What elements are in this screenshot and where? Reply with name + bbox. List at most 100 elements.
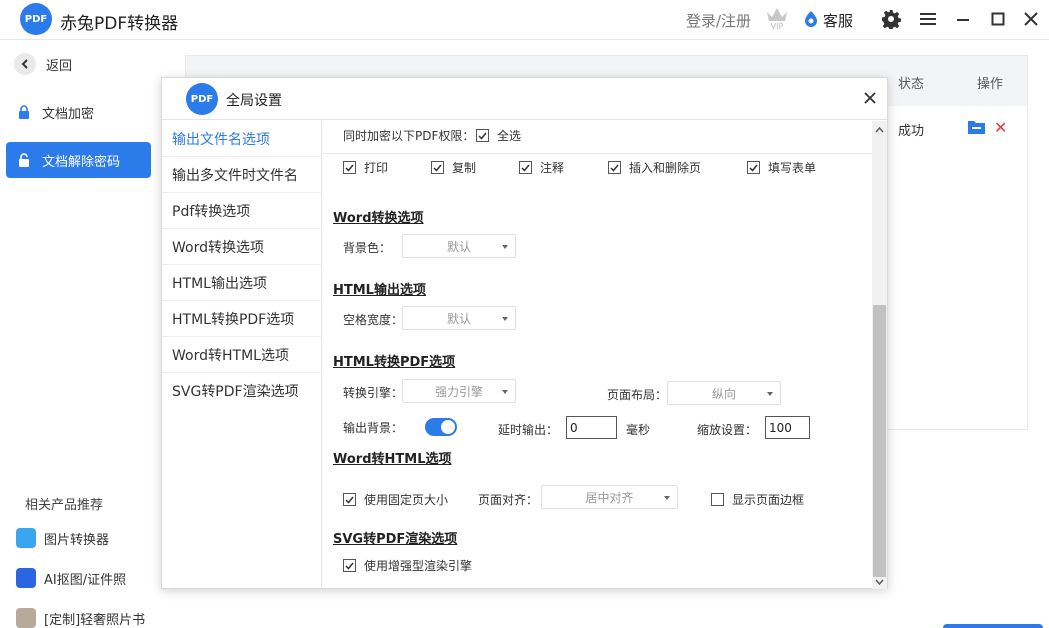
caret-down-icon — [767, 392, 773, 396]
menu-output-filename[interactable]: 输出文件名选项 — [162, 121, 322, 157]
menu-multi-file-name[interactable]: 输出多文件时文件名 — [162, 157, 322, 193]
engine-select[interactable]: 强力引擎 — [402, 379, 516, 403]
checkmark-icon — [519, 161, 532, 174]
space-width-label: 空格宽度： — [343, 313, 404, 327]
dialog-title: 全局设置 — [226, 93, 282, 109]
left-sidebar: 返回 文档加密 文档解除密码 相关产品推荐 图片转换器 AI抠图/证件照 [定制… — [0, 40, 160, 628]
permissions-label: 同时加密以下PDF权限： — [343, 129, 475, 143]
delay-input[interactable]: 0 — [566, 416, 617, 439]
copy-checkbox[interactable]: 复制 — [431, 159, 476, 176]
engine-label: 转换引擎： — [343, 386, 404, 400]
fill-form-checkbox[interactable]: 填写表单 — [747, 159, 816, 176]
back-label: 返回 — [46, 58, 73, 74]
annotate-checkbox[interactable]: 注释 — [519, 159, 564, 176]
output-bg-label: 输出背景： — [343, 421, 404, 435]
action-column-header: 操作 — [977, 77, 1004, 92]
checkmark-icon — [476, 129, 489, 142]
product-label: [定制]轻奢照片书 — [44, 612, 146, 628]
word-section-title: Word转换选项 — [333, 211, 424, 226]
select-value: 居中对齐 — [585, 490, 634, 505]
page-align-select[interactable]: 居中对齐 — [541, 485, 678, 509]
close-window-icon[interactable] — [1020, 9, 1042, 29]
title-bar: PDF 赤兔PDF转换器 登录/注册 VIP 客服 — [0, 0, 1049, 40]
product-ai-cutout[interactable]: AI抠图/证件照 — [16, 567, 126, 589]
show-page-border-checkbox[interactable]: 显示页面边框 — [711, 491, 804, 508]
product-image-converter[interactable]: 图片转换器 — [16, 527, 109, 549]
space-width-select[interactable]: 默认 — [402, 306, 516, 330]
chevron-left-icon — [14, 53, 36, 75]
unchecked-box-icon — [711, 493, 724, 506]
minimize-icon[interactable] — [952, 9, 974, 29]
menu-html-output[interactable]: HTML输出选项 — [162, 265, 322, 301]
delay-label: 延时输出： — [498, 423, 559, 437]
checkmark-icon — [608, 161, 621, 174]
dialog-close-icon[interactable] — [860, 88, 880, 108]
svg-text:VIP: VIP — [771, 22, 784, 30]
checkmark-icon — [343, 493, 356, 506]
caret-down-icon — [502, 390, 508, 394]
checkbox-label: 填写表单 — [768, 161, 817, 175]
menu-svg-to-pdf[interactable]: SVG转PDF渲染选项 — [162, 373, 322, 409]
scroll-down-arrow-icon[interactable] — [872, 575, 887, 589]
vip-crown-icon[interactable]: VIP — [764, 4, 790, 30]
product-label: AI抠图/证件照 — [44, 572, 127, 588]
open-folder-icon[interactable] — [968, 120, 985, 134]
sidebar-item-encrypt[interactable]: 文档加密 — [6, 94, 151, 130]
customer-service-label[interactable]: 客服 — [823, 10, 853, 31]
menu-pdf-convert[interactable]: Pdf转换选项 — [162, 193, 322, 229]
fixed-page-size-checkbox[interactable]: 使用固定页大小 — [343, 491, 448, 508]
row-status: 成功 — [898, 124, 925, 139]
insert-delete-pages-checkbox[interactable]: 插入和删除页 — [608, 159, 701, 176]
sidebar-item-label: 文档加密 — [42, 106, 95, 122]
checkmark-icon — [747, 161, 760, 174]
checkbox-label: 插入和删除页 — [629, 161, 702, 175]
photo-book-icon — [16, 608, 36, 628]
toggle-knob — [441, 420, 455, 434]
checkbox-label: 注释 — [540, 161, 565, 175]
caret-down-icon — [664, 496, 670, 500]
html-to-pdf-section-title: HTML转换PDF选项 — [333, 355, 456, 370]
divider — [323, 153, 872, 154]
print-checkbox[interactable]: 打印 — [343, 159, 388, 176]
layout-select[interactable]: 纵向 — [667, 381, 781, 405]
maximize-icon[interactable] — [987, 9, 1009, 29]
scrollbar-thumb[interactable] — [873, 305, 886, 577]
sidebar-item-decrypt[interactable]: 文档解除密码 — [6, 142, 151, 178]
delay-unit: 毫秒 — [626, 423, 651, 437]
settings-gear-icon[interactable] — [880, 9, 902, 29]
image-converter-icon — [16, 528, 36, 548]
caret-down-icon — [502, 317, 508, 321]
checkmark-icon — [343, 161, 356, 174]
checkbox-label: 使用固定页大小 — [364, 493, 449, 507]
select-all-checkbox[interactable]: 全选 — [476, 127, 521, 144]
delete-icon[interactable]: ✕ — [994, 118, 1007, 137]
select-value: 纵向 — [711, 386, 736, 401]
menu-icon[interactable] — [917, 9, 939, 29]
menu-html-to-pdf[interactable]: HTML转换PDF选项 — [162, 301, 322, 337]
checkbox-label: 显示页面边框 — [732, 493, 805, 507]
page-align-label: 页面对齐： — [478, 493, 539, 507]
checkmark-icon — [431, 161, 444, 174]
login-register-link[interactable]: 登录/注册 — [686, 10, 751, 31]
menu-word-to-html[interactable]: Word转HTML选项 — [162, 337, 322, 373]
dialog-header: PDF 全局设置 — [162, 78, 887, 120]
html-output-section-title: HTML输出选项 — [333, 283, 426, 298]
checkmark-icon — [343, 559, 356, 572]
output-bg-toggle[interactable] — [425, 418, 457, 436]
product-photo-book[interactable]: [定制]轻奢照片书 — [16, 607, 145, 628]
content-scrollbar[interactable] — [872, 121, 887, 589]
zoom-label: 缩放设置： — [697, 423, 758, 437]
checkbox-label: 打印 — [364, 161, 389, 175]
bottom-action-button[interactable] — [943, 624, 1043, 628]
settings-menu: 输出文件名选项 输出多文件时文件名 Pdf转换选项 Word转换选项 HTML输… — [162, 121, 322, 589]
back-button[interactable]: 返回 — [14, 52, 144, 76]
checkbox-label: 全选 — [497, 129, 522, 143]
enhanced-render-checkbox[interactable]: 使用增强型渲染引擎 — [343, 557, 472, 574]
customer-service-icon[interactable] — [802, 10, 820, 28]
zoom-input[interactable]: 100 — [765, 416, 810, 439]
bg-color-select[interactable]: 默认 — [402, 234, 516, 258]
caret-down-icon — [502, 245, 508, 249]
menu-word-convert[interactable]: Word转换选项 — [162, 229, 322, 265]
scroll-up-arrow-icon[interactable] — [872, 123, 887, 137]
checkbox-label: 复制 — [452, 161, 477, 175]
